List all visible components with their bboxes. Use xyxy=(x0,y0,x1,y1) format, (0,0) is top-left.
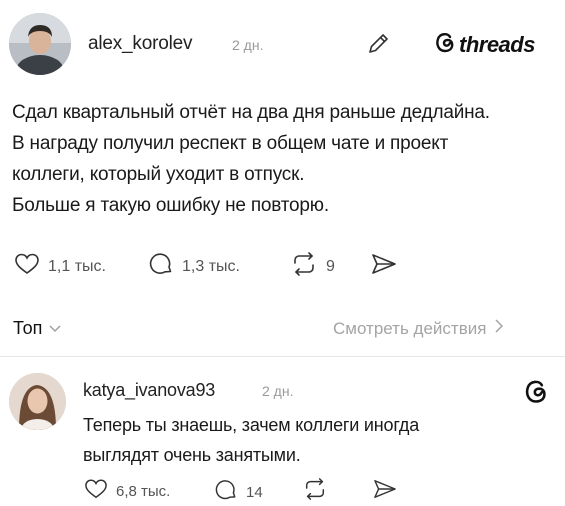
repost-icon[interactable] xyxy=(302,477,328,506)
brand-label: threads xyxy=(459,32,535,57)
reply-like-count: 6,8 тыс. xyxy=(116,482,171,500)
threads-logo-icon[interactable] xyxy=(523,377,549,410)
like-count: 1,1 тыс. xyxy=(48,257,106,275)
chevron-down-icon xyxy=(48,318,62,339)
reply-timestamp: 2 дн. xyxy=(262,383,294,399)
reply-like-button[interactable]: 6,8 тыс. xyxy=(84,478,170,504)
reply-username[interactable]: katya_ivanova93 xyxy=(83,380,215,401)
heart-icon xyxy=(84,478,116,504)
reply-button[interactable]: 1,3 тыс. xyxy=(148,251,240,282)
post-body-line: коллеги, который уходит в отпуск. xyxy=(12,164,305,185)
send-icon[interactable] xyxy=(370,252,398,281)
post-username[interactable]: alex_korolev xyxy=(88,33,192,55)
like-button[interactable]: 1,1 тыс. xyxy=(14,252,106,281)
reply-reply-button[interactable]: 14 xyxy=(214,478,263,506)
comment-icon xyxy=(214,478,246,506)
reply-count: 1,3 тыс. xyxy=(182,257,240,275)
sort-label: Топ xyxy=(13,318,43,338)
repost-button[interactable]: 9 xyxy=(290,251,335,282)
post-body-line: Сдал квартальный отчёт на два дня раньше… xyxy=(12,102,490,123)
pencil-icon[interactable] xyxy=(366,30,392,56)
threads-logo-icon xyxy=(434,30,456,60)
author-avatar[interactable] xyxy=(9,13,71,75)
post-timestamp: 2 дн. xyxy=(232,37,264,53)
reply-body-line: выглядят очень занятыми. xyxy=(83,445,301,465)
post-body-line: Больше я такую ошибку не повторю. xyxy=(12,195,329,216)
reply-reply-count: 14 xyxy=(246,483,263,501)
heart-icon xyxy=(14,252,48,281)
comment-icon xyxy=(148,251,182,282)
sort-dropdown[interactable]: Топ xyxy=(13,318,62,339)
divider xyxy=(0,356,565,357)
chevron-right-icon xyxy=(494,318,504,339)
reply-body-line: Теперь ты знаешь, зачем коллеги иногда xyxy=(83,415,419,435)
post-body-line: В награду получил респект в общем чате и… xyxy=(12,133,449,154)
threads-brand[interactable]: threads xyxy=(434,30,535,60)
repost-icon xyxy=(290,251,326,282)
view-activity-label: Смотреть действия xyxy=(333,318,487,338)
reply-body: Теперь ты знаешь, зачем коллеги иногда в… xyxy=(83,410,419,470)
reply-author-avatar[interactable] xyxy=(9,373,66,430)
post-body: Сдал квартальный отчёт на два дня раньше… xyxy=(12,97,490,221)
view-activity-link[interactable]: Смотреть действия xyxy=(333,318,504,339)
repost-count: 9 xyxy=(326,257,335,275)
